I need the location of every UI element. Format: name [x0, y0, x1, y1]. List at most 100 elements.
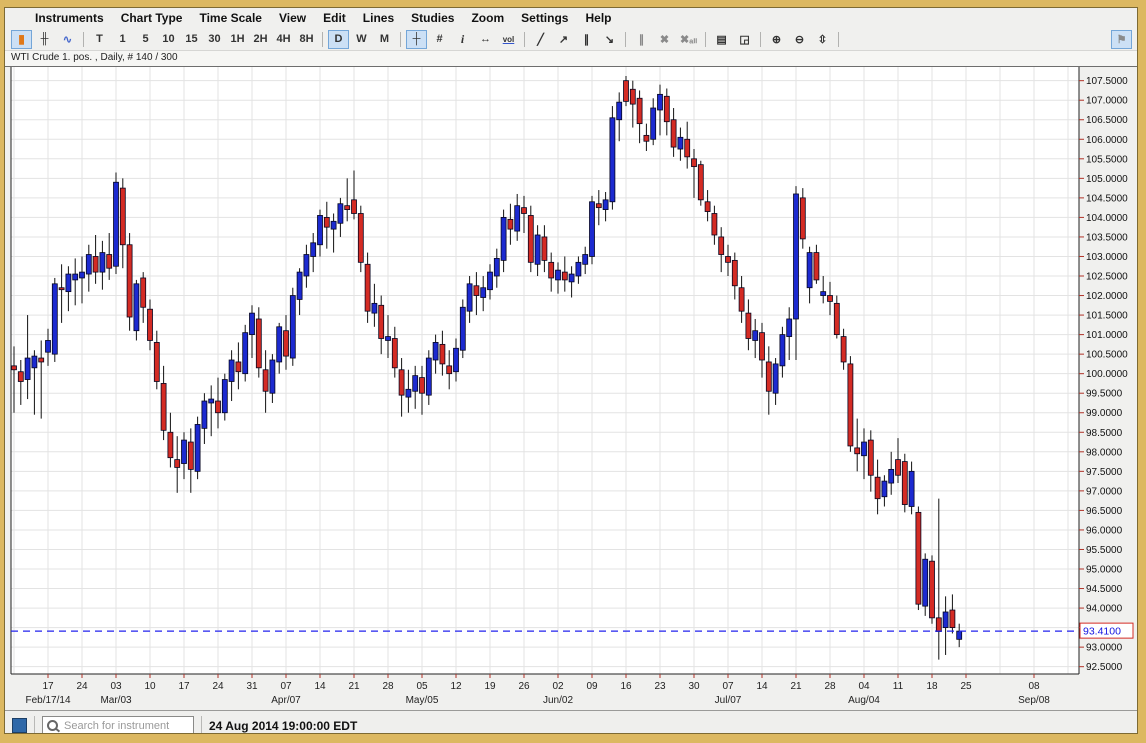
candle-body: [651, 108, 656, 139]
candle-body: [664, 96, 669, 121]
date-day-label: 24: [76, 681, 88, 692]
zoom-out-button[interactable]: ⊖: [789, 30, 810, 49]
price-label: 93.0000: [1086, 643, 1123, 654]
trend-ray-tool-button[interactable]: ↗: [553, 30, 574, 49]
date-month-label: Jul/07: [715, 695, 742, 706]
delete-all-drawings-button[interactable]: ✖ₐₗₗ: [677, 30, 700, 49]
instrument-search-box[interactable]: [42, 716, 194, 734]
parallel-channel-tool-button[interactable]: ∥: [576, 30, 597, 49]
candle-body: [52, 284, 57, 354]
crosshair-button[interactable]: ┼: [406, 30, 427, 49]
candle-body: [86, 255, 91, 275]
app-window: Instruments Chart Type Time Scale View Edit L…: [0, 0, 1146, 743]
timescale-5min-button[interactable]: 5: [135, 30, 156, 49]
timescale-15min-button[interactable]: 15: [181, 30, 202, 49]
candle-body: [154, 342, 159, 381]
volume-button[interactable]: vol: [498, 30, 519, 49]
timescale-tick-button[interactable]: T: [89, 30, 110, 49]
menu-item-view[interactable]: View: [279, 11, 306, 25]
menu-item-settings[interactable]: Settings: [521, 11, 568, 25]
date-month-label: Apr/07: [271, 695, 301, 706]
candle-body: [522, 208, 527, 214]
price-label: 105.0000: [1086, 174, 1128, 185]
price-label: 97.5000: [1086, 467, 1123, 478]
candle-body: [297, 272, 302, 299]
candle-body: [290, 296, 295, 359]
price-label: 102.0000: [1086, 291, 1128, 302]
menu-item-edit[interactable]: Edit: [323, 11, 346, 25]
search-input[interactable]: [62, 719, 189, 733]
pin-panel-button[interactable]: ⚑: [1111, 30, 1132, 49]
delete-drawing-button[interactable]: ✖: [654, 30, 675, 49]
candle-body: [535, 235, 540, 264]
print-button[interactable]: ▤: [711, 30, 732, 49]
price-label: 92.5000: [1086, 662, 1123, 673]
toolbar-separator: [838, 32, 839, 47]
arrow-tool-button[interactable]: ↘: [599, 30, 620, 49]
candle-body: [787, 319, 792, 337]
timescale-4h-button[interactable]: 4H: [273, 30, 294, 49]
price-label: 96.5000: [1086, 506, 1123, 517]
candle-body: [66, 274, 71, 292]
candle-body: [957, 631, 962, 639]
date-day-label: 16: [620, 681, 632, 692]
date-day-label: 05: [416, 681, 428, 692]
price-label: 107.5000: [1086, 76, 1128, 87]
candle-body: [39, 358, 44, 362]
timescale-daily-button[interactable]: D: [328, 30, 349, 49]
date-day-label: 28: [382, 681, 394, 692]
candlestick-chart[interactable]: 17Feb/17/142403Mar/031017243107Apr/07142…: [5, 67, 1137, 710]
candle-body: [692, 159, 697, 167]
print-preview-button[interactable]: ◲: [734, 30, 755, 49]
candle-body: [583, 255, 588, 265]
zoom-in-button[interactable]: ⊕: [766, 30, 787, 49]
date-day-label: 17: [42, 681, 54, 692]
chart-type-candlestick-button[interactable]: ▮: [11, 30, 32, 49]
workspace-color-swatch[interactable]: [12, 718, 27, 733]
price-label: 99.5000: [1086, 389, 1123, 400]
bar-spacing-button[interactable]: ↔: [475, 30, 496, 49]
price-label: 98.5000: [1086, 428, 1123, 439]
candle-body: [202, 401, 207, 428]
chart-type-ohlc-bars-button[interactable]: ╫: [34, 30, 55, 49]
candle-body: [250, 313, 255, 334]
candle-body: [148, 309, 153, 340]
grid-button[interactable]: #: [429, 30, 450, 49]
menu-item-lines[interactable]: Lines: [363, 11, 394, 25]
timescale-weekly-button[interactable]: W: [351, 30, 372, 49]
price-label: 95.5000: [1086, 545, 1123, 556]
fit-price-scale-button[interactable]: ⇳: [812, 30, 833, 49]
candle-body: [542, 237, 547, 260]
menu-item-chart-type[interactable]: Chart Type: [121, 11, 183, 25]
candle-body: [923, 559, 928, 606]
price-label: 103.5000: [1086, 232, 1128, 243]
duplicate-line-button[interactable]: ∥: [631, 30, 652, 49]
menu-item-instruments[interactable]: Instruments: [35, 11, 104, 25]
timescale-30min-button[interactable]: 30: [204, 30, 225, 49]
menu-item-studies[interactable]: Studies: [411, 11, 454, 25]
trend-line-tool-button[interactable]: ╱: [530, 30, 551, 49]
candle-body: [780, 335, 785, 366]
date-day-label: 31: [246, 681, 258, 692]
timescale-1min-button[interactable]: 1: [112, 30, 133, 49]
price-label: 106.5000: [1086, 115, 1128, 126]
timescale-2h-button[interactable]: 2H: [250, 30, 271, 49]
candle-body: [236, 362, 241, 372]
menu-item-time-scale[interactable]: Time Scale: [199, 11, 261, 25]
toolbar-separator: [400, 32, 401, 47]
candle-body: [59, 288, 64, 290]
candle-body: [902, 462, 907, 505]
info-button[interactable]: i: [452, 30, 473, 49]
menu-item-zoom[interactable]: Zoom: [471, 11, 504, 25]
candle-body: [821, 292, 826, 296]
timescale-monthly-button[interactable]: M: [374, 30, 395, 49]
price-label: 105.5000: [1086, 154, 1128, 165]
price-label: 99.0000: [1086, 408, 1123, 419]
timescale-10min-button[interactable]: 10: [158, 30, 179, 49]
chart-type-line-button[interactable]: ∿: [57, 30, 78, 49]
timescale-1h-button[interactable]: 1H: [227, 30, 248, 49]
statusbar-divider: [201, 716, 202, 735]
timescale-8h-button[interactable]: 8H: [296, 30, 317, 49]
menu-item-help[interactable]: Help: [585, 11, 611, 25]
candle-body: [773, 364, 778, 393]
